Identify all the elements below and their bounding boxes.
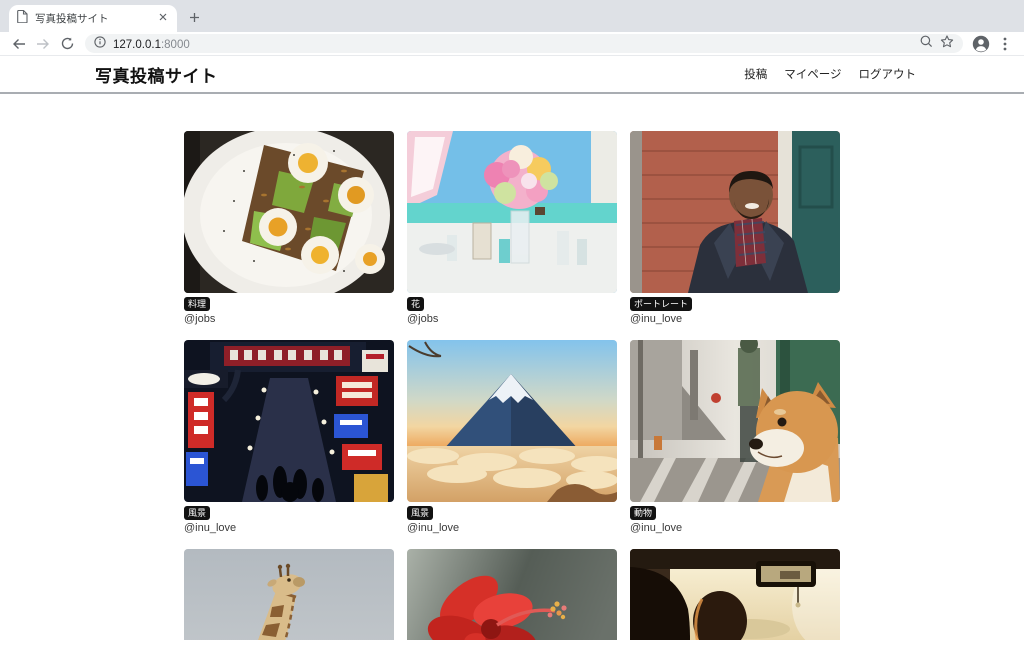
photo-grid: 料理 @jobs 花 @jobs ポートレート @inu_love 風景 @in… [184,131,840,640]
category-badge: 花 [407,297,425,311]
zoom-icon[interactable] [920,35,933,53]
post-username: @inu_love [630,522,683,534]
photo-hibiscus[interactable] [407,549,617,640]
photo-shiba-dog[interactable] [630,340,840,502]
site-header: 写真投稿サイト 投稿 マイページ ログアウト [0,56,1024,94]
forward-icon[interactable] [32,33,54,55]
photo-car-interior[interactable] [630,549,840,640]
photo-avocado-toast[interactable] [184,131,394,293]
post-card [407,549,617,640]
star-icon[interactable] [940,34,954,53]
photo-tokyo-night-street[interactable] [184,340,394,502]
avatar-icon[interactable] [970,33,992,55]
post-username: @inu_love [630,313,683,325]
reload-icon[interactable] [56,33,78,55]
nav-post-link[interactable]: 投稿 [744,66,767,82]
photo-mt-fuji[interactable] [407,340,617,502]
url-port: :8000 [160,38,190,51]
nav-logout-link[interactable]: ログアウト [859,66,917,82]
browser-tab[interactable]: 写真投稿サイト [9,5,177,32]
photo-portrait-man[interactable] [630,131,840,293]
tab-title: 写真投稿サイト [35,13,109,25]
new-tab-icon[interactable] [189,11,200,27]
post-card [184,549,394,640]
document-icon [17,9,28,28]
nav-mypage-link[interactable]: マイページ [784,66,841,82]
back-icon[interactable] [8,33,30,55]
category-badge: 風景 [184,506,211,520]
info-icon[interactable] [94,35,106,53]
page-content: 料理 @jobs 花 @jobs ポートレート @inu_love 風景 @in… [0,94,1024,640]
photo-giraffe[interactable] [184,549,394,640]
post-card: ポートレート @inu_love [630,131,840,326]
post-username: @inu_love [407,522,460,534]
post-card: 料理 @jobs [184,131,394,326]
post-card: 風景 @inu_love [184,340,394,535]
browser-tab-strip: 写真投稿サイト [0,0,1024,32]
post-card: 動物 @inu_love [630,340,840,535]
site-nav: 投稿 マイページ ログアウト [744,66,916,82]
post-card: 風景 @inu_love [407,340,617,535]
category-badge: 風景 [407,506,434,520]
kebab-menu-icon[interactable] [994,33,1016,55]
post-username: @inu_love [184,522,237,534]
category-badge: ポートレート [630,297,693,311]
post-card [630,549,840,640]
url-host: 127.0.0.1 [113,38,161,51]
category-badge: 動物 [630,506,657,520]
close-icon[interactable] [157,11,169,26]
category-badge: 料理 [184,297,211,311]
post-card: 花 @jobs [407,131,617,326]
photo-flower-bouquet[interactable] [407,131,617,293]
post-username: @jobs [407,313,439,325]
browser-toolbar: 127.0.0.1:8000 [0,32,1024,56]
address-bar[interactable]: 127.0.0.1:8000 [85,34,963,53]
post-username: @jobs [184,313,216,325]
site-title[interactable]: 写真投稿サイト [95,62,218,87]
